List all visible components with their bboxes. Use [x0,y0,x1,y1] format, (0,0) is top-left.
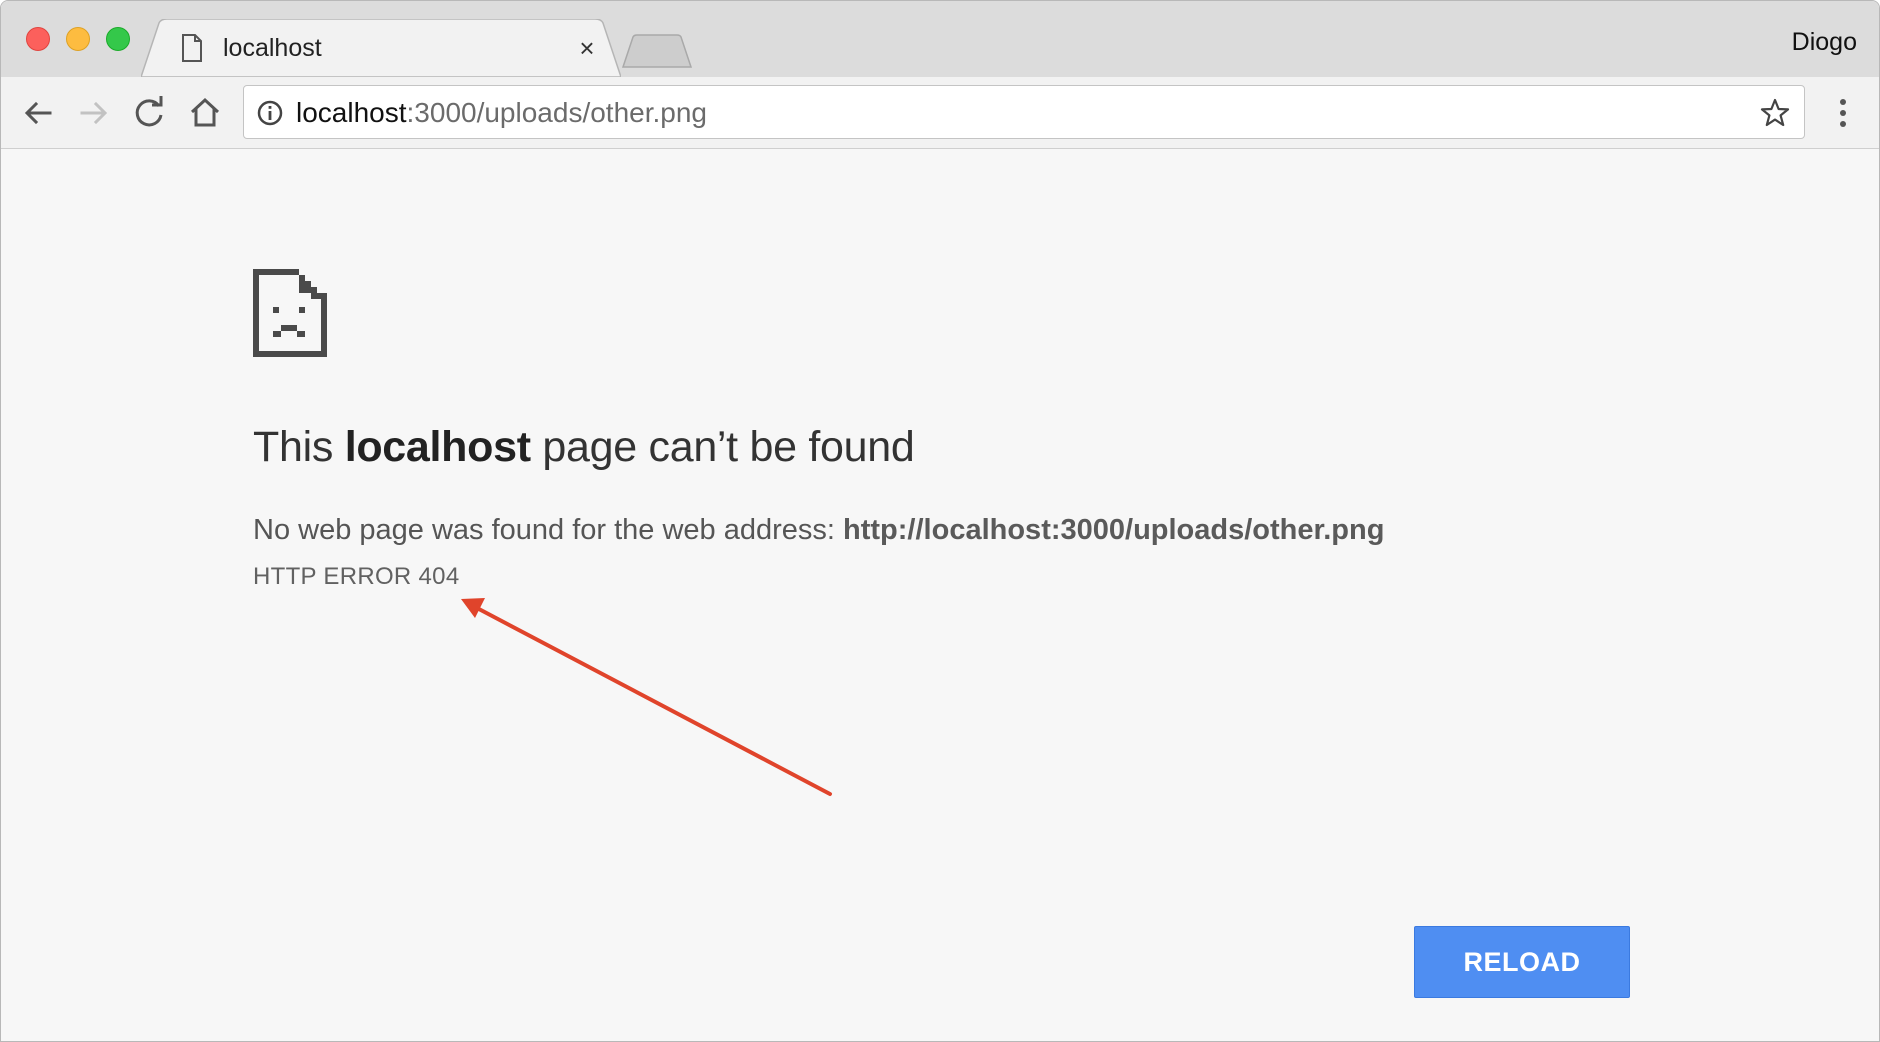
new-tab-button[interactable] [621,33,693,69]
profile-name[interactable]: Diogo [1792,27,1857,57]
url-text[interactable]: localhost:3000/uploads/other.png [296,97,707,129]
url-path: :3000/uploads/other.png [406,97,707,128]
info-icon[interactable] [256,99,284,127]
headline-suffix: page can’t be found [530,423,915,471]
reload-button[interactable]: RELOAD [1414,926,1630,998]
tab-title: localhost [223,34,322,62]
headline-host: localhost [344,423,531,471]
tab-localhost[interactable]: localhost × [141,19,621,77]
zoom-window-icon[interactable] [106,27,130,51]
error-page: This localhost page can’t be found No we… [1,149,1879,1041]
kebab-menu-icon[interactable] [1829,91,1857,135]
home-button[interactable] [183,91,227,135]
close-window-icon[interactable] [26,27,50,51]
reload-icon [135,96,163,127]
forward-arrow-icon [80,101,108,125]
url-host: localhost [296,97,407,128]
document-icon [182,34,202,62]
back-button[interactable] [17,91,61,135]
toolbar: localhost:3000/uploads/other.png [1,77,1879,149]
headline-prefix: This [253,423,345,471]
reload-toolbar-button[interactable] [127,91,171,135]
star-icon[interactable] [1758,96,1792,130]
sad-page-icon [253,269,327,357]
home-icon [190,97,220,127]
error-code: HTTP ERROR 404 [253,563,460,590]
tab-close-icon[interactable]: × [574,35,600,61]
address-bar[interactable]: localhost:3000/uploads/other.png [243,85,1805,139]
browser-window: localhost × Diogo localhost:3000/uploads… [0,0,1880,1042]
back-arrow-icon [24,101,52,125]
description-url: http://localhost:3000/uploads/other.png [843,514,1385,546]
minimize-window-icon[interactable] [66,27,90,51]
tab-strip: localhost × Diogo [1,1,1879,77]
description-prefix: No web page was found for the web addres… [253,514,844,546]
error-description: No web page was found for the web addres… [253,512,1384,548]
forward-button[interactable] [71,91,115,135]
error-headline: This localhost page can’t be found [253,421,915,473]
